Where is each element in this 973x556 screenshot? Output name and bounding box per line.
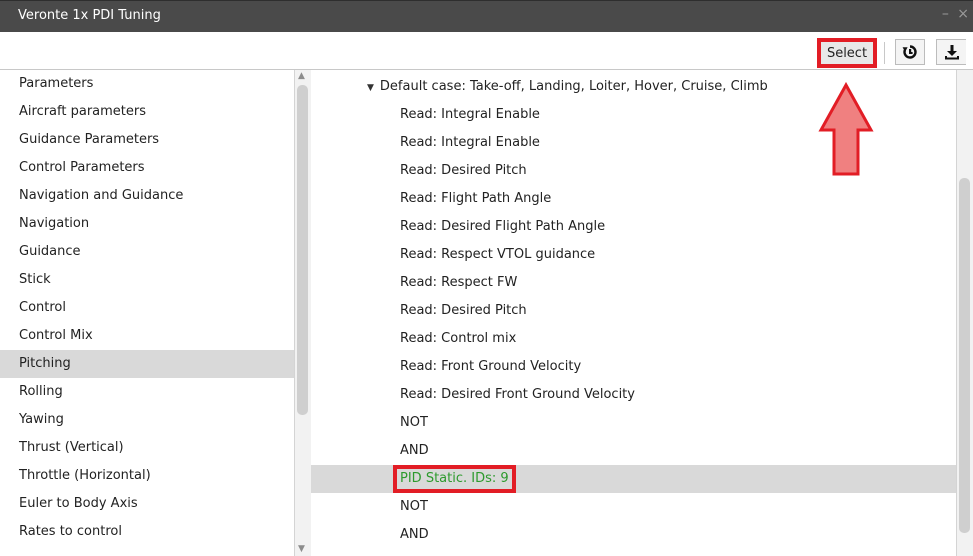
annotation-up-arrow-icon bbox=[818, 82, 874, 176]
block-item[interactable]: Read: Control mix bbox=[311, 325, 956, 353]
parameter-item[interactable]: Control Parameters bbox=[0, 154, 294, 182]
scroll-up-icon[interactable]: ▲ bbox=[298, 71, 305, 81]
collapse-caret-icon[interactable]: ▼ bbox=[367, 83, 374, 93]
block-item[interactable]: Read: Front Ground Velocity bbox=[311, 353, 956, 381]
block-item[interactable]: PID Static. IDs: 9 bbox=[311, 465, 956, 493]
block-item[interactable]: AND bbox=[311, 437, 956, 465]
window-title: Veronte 1x PDI Tuning bbox=[18, 8, 161, 23]
parameter-item[interactable]: Yawing bbox=[0, 406, 294, 434]
right-scroll-thumb[interactable] bbox=[959, 178, 970, 533]
parameter-item[interactable]: Parameters bbox=[0, 70, 294, 98]
toolbar-divider bbox=[884, 42, 885, 64]
parameter-item[interactable]: Aircraft parameters bbox=[0, 98, 294, 126]
parameter-item[interactable]: Euler to Body Axis bbox=[0, 490, 294, 518]
parameter-tree-panel: Parameters Aircraft parameters Guidance Pa… bbox=[0, 70, 311, 556]
parameter-item[interactable]: Rates to control bbox=[0, 518, 294, 546]
title-bar: Veronte 1x PDI Tuning – × bbox=[0, 0, 973, 32]
reset-icon bbox=[902, 45, 917, 59]
download-button[interactable] bbox=[936, 39, 966, 65]
toolbar: Select bbox=[0, 32, 973, 70]
parameter-item[interactable]: Guidance bbox=[0, 238, 294, 266]
parameter-item[interactable]: Guidance Parameters bbox=[0, 126, 294, 154]
block-item[interactable]: Read: Flight Path Angle bbox=[311, 185, 956, 213]
parameter-item[interactable]: Navigation and Guidance bbox=[0, 182, 294, 210]
block-item[interactable]: Read: Respect FW bbox=[311, 269, 956, 297]
parameter-item[interactable]: Navigation bbox=[0, 210, 294, 238]
block-item[interactable]: Read: Desired Flight Path Angle bbox=[311, 213, 956, 241]
parameter-list: Parameters Aircraft parameters Guidance Pa… bbox=[0, 70, 294, 546]
parameter-item[interactable]: Control Mix bbox=[0, 322, 294, 350]
parameter-item[interactable]: Control bbox=[0, 294, 294, 322]
scroll-down-icon[interactable]: ▼ bbox=[298, 544, 305, 554]
selected-block-label: PID Static. IDs: 9 bbox=[393, 465, 516, 493]
right-scrollbar[interactable] bbox=[956, 70, 973, 556]
parameter-item[interactable]: Pitching bbox=[0, 350, 294, 378]
block-item[interactable]: Read: Respect VTOL guidance bbox=[311, 241, 956, 269]
left-scrollbar[interactable]: ▲ ▼ bbox=[294, 70, 311, 556]
parameter-item[interactable]: Stick bbox=[0, 266, 294, 294]
download-icon bbox=[944, 45, 959, 60]
block-item[interactable]: NOT bbox=[311, 493, 956, 521]
parameter-item[interactable]: Throttle (Horizontal) bbox=[0, 462, 294, 490]
block-item[interactable]: Read: Desired Pitch bbox=[311, 297, 956, 325]
left-scroll-thumb[interactable] bbox=[297, 85, 308, 415]
block-item[interactable]: NOT bbox=[311, 409, 956, 437]
case-header-label: Default case: Take-off, Landing, Loiter,… bbox=[379, 79, 768, 94]
select-button[interactable]: Select bbox=[817, 38, 877, 68]
block-item[interactable]: AND bbox=[311, 521, 956, 549]
block-item[interactable]: Read: Desired Front Ground Velocity bbox=[311, 381, 956, 409]
parameter-item[interactable]: Thrust (Vertical) bbox=[0, 434, 294, 462]
reset-button[interactable] bbox=[895, 39, 925, 65]
parameter-item[interactable]: Rolling bbox=[0, 378, 294, 406]
window-controls[interactable]: – × bbox=[942, 6, 971, 22]
